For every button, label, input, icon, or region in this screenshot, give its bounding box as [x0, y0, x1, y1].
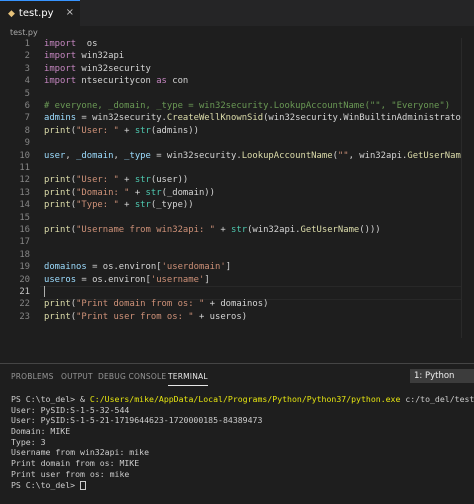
code-line[interactable]: 4 import ntsecuritycon as con: [0, 75, 474, 87]
terminal-output-line: User: PySID:S-1-5-21-1719644623-17200001…: [11, 415, 263, 426]
line-number: 19: [19, 262, 30, 273]
line-number: 2: [24, 51, 30, 62]
terminal-output-line: Print user from os: mike: [11, 468, 130, 479]
line-number: 5: [24, 88, 30, 99]
line-number: 6: [24, 101, 30, 111]
code-line[interactable]: 16 print("Username from win32api: " + str…: [0, 224, 474, 236]
code-text: print("Username from win32api: " + str(w…: [44, 225, 381, 235]
code-line[interactable]: 18: [0, 249, 474, 261]
terminal-output-line: Username from win32api: mike: [11, 447, 150, 458]
code-line[interactable]: 22 print("Print domain from os: " + domai…: [0, 298, 474, 310]
code-text: print("Type: " + str(_type)): [44, 200, 194, 211]
line-number: 15: [19, 212, 30, 223]
terminal-output-line: User: PySID:S-1-5-32-544: [11, 404, 130, 415]
tab-debug-console[interactable]: DEBUG CONSOLE: [98, 372, 166, 381]
close-icon[interactable]: ×: [66, 7, 74, 18]
terminal-output-line: Type: 3: [11, 436, 46, 447]
line-number: 3: [24, 63, 30, 74]
line-number: 17: [19, 237, 30, 248]
code-line[interactable]: 13 print("Domain: " + str(_domain)): [0, 187, 474, 199]
code-line[interactable]: 17: [0, 236, 474, 248]
line-number: 1: [24, 39, 30, 49]
code-line[interactable]: 11: [0, 162, 474, 174]
text-cursor: [44, 286, 45, 297]
bottom-panel: PROBLEMS OUTPUT DEBUG CONSOLE TERMINAL 1…: [0, 363, 474, 504]
line-number: 9: [24, 138, 30, 149]
code-text: print("Print domain from os: " + domaino…: [44, 299, 269, 310]
terminal-cursor: [80, 480, 87, 490]
code-line[interactable]: 5: [0, 88, 474, 100]
line-number: 13: [19, 187, 30, 198]
line-number: 20: [19, 274, 30, 285]
code-line[interactable]: 3 import win32security: [0, 63, 474, 75]
code-text: # everyone, _domain, _type = win32securi…: [44, 101, 451, 111]
code-text: print("Domain: " + str(_domain)): [44, 187, 215, 198]
code-text: import win32api: [44, 51, 125, 62]
code-text: [44, 286, 45, 298]
code-text: print("User: " + str(admins)): [44, 125, 199, 136]
line-number: 12: [19, 175, 30, 186]
line-number: 8: [24, 125, 30, 136]
line-number: 22: [19, 299, 30, 310]
terminal-prompt-line: PS C:\to_del>: [11, 480, 471, 491]
python-file-icon: ◆: [8, 8, 15, 19]
code-text: domainos = os.environ['userdomain']: [44, 262, 232, 273]
terminal-output-line: Domain: MIKE: [11, 426, 71, 437]
code-line[interactable]: 2 import win32api: [0, 50, 474, 62]
code-line[interactable]: 9: [0, 137, 474, 149]
line-number: 11: [19, 163, 30, 173]
line-number: 7: [24, 113, 30, 124]
editor-scrollbar[interactable]: [461, 38, 474, 338]
code-line[interactable]: 21: [0, 286, 474, 300]
code-line[interactable]: 1 import os: [0, 38, 474, 50]
code-line[interactable]: 7 admins = win32security.CreateWellKnownS…: [0, 112, 474, 124]
code-line[interactable]: 12 print("User: " + str(user)): [0, 174, 474, 186]
line-number: 21: [19, 287, 30, 297]
code-line[interactable]: 8 print("User: " + str(admins)): [0, 125, 474, 137]
terminal-output-line: Print domain from os: MIKE: [11, 458, 140, 469]
line-number: 4: [24, 76, 30, 87]
terminal-select[interactable]: 1: Python: [410, 369, 474, 383]
tab-output[interactable]: OUTPUT: [61, 372, 93, 381]
terminal-command-line: PS C:\to_del> & C:/Users/mike/AppData/Lo…: [11, 394, 474, 404]
code-line[interactable]: 15: [0, 212, 474, 224]
code-text: admins = win32security.CreateWellKnownSi…: [44, 113, 474, 124]
code-line[interactable]: 19 domainos = os.environ['userdomain']: [0, 261, 474, 273]
terminal-output[interactable]: PS C:\to_del> & C:/Users/mike/AppData/Lo…: [11, 394, 474, 491]
code-text: import os: [44, 39, 98, 49]
code-text: user, _domain, _type = win32security.Loo…: [44, 150, 474, 161]
tab-terminal[interactable]: TERMINAL: [168, 372, 208, 386]
tab-filename: test.py: [18, 8, 54, 19]
line-number: 18: [19, 249, 30, 260]
code-line[interactable]: 14 print("Type: " + str(_type)): [0, 199, 474, 211]
code-line[interactable]: 6 # everyone, _domain, _type = win32secur…: [0, 100, 474, 112]
code-line[interactable]: 23 print("Print user from os: " + useros): [0, 311, 474, 323]
line-number: 16: [19, 225, 30, 235]
editor-tab-bar: ◆ test.py ×: [0, 0, 474, 26]
line-number: 14: [19, 200, 30, 211]
code-text: useros = os.environ['username']: [44, 274, 210, 285]
tab-test-py[interactable]: ◆ test.py ×: [0, 0, 80, 26]
code-editor[interactable]: 1 import os 2 import win32api 3 import win32s…: [0, 38, 474, 338]
line-number: 10: [19, 150, 30, 161]
code-text: import ntsecuritycon as con: [44, 76, 189, 87]
python-path: C:/Users/mike/AppData/Local/Programs/Pyt…: [89, 394, 401, 404]
code-text: print("User: " + str(user)): [44, 175, 189, 186]
code-text: print("Print user from os: " + useros): [44, 311, 248, 322]
code-text: import win32security: [44, 63, 151, 74]
code-line[interactable]: 20 useros = os.environ['username']: [0, 274, 474, 286]
line-number: 23: [19, 311, 30, 322]
code-line[interactable]: 10 user, _domain, _type = win32security.L…: [0, 150, 474, 162]
tab-problems[interactable]: PROBLEMS: [11, 372, 54, 381]
